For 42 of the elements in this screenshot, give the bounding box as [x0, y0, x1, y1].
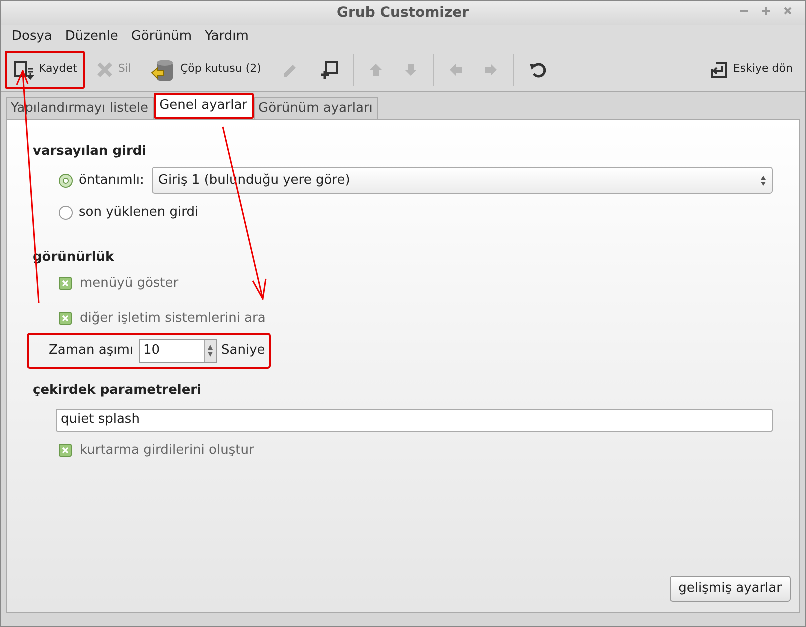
radio-button[interactable] — [59, 206, 73, 220]
checkbox[interactable] — [59, 277, 72, 290]
close-icon — [96, 60, 114, 78]
maximize-icon[interactable] — [761, 6, 771, 16]
cross-mark-icon — [62, 314, 69, 322]
up-arrow-icon — [368, 62, 384, 78]
radio-button[interactable] — [59, 174, 73, 188]
toolbar-button[interactable]: Eskiye dön — [701, 50, 801, 88]
radio-label: son yüklenen girdi — [79, 204, 199, 222]
cross-mark-icon — [62, 446, 69, 454]
checkbox-label: kurtarma girdilerini oluştur — [80, 442, 254, 460]
left-arrow-icon — [448, 62, 464, 78]
section-heading: çekirdek parametreleri — [33, 382, 203, 400]
close-icon[interactable] — [783, 6, 793, 16]
checkbox-label: menüyü göster — [80, 275, 179, 293]
menu-item[interactable]: Düzenle — [59, 26, 124, 46]
menu-item[interactable]: Dosya — [6, 26, 58, 46]
revert-icon — [709, 60, 730, 80]
add-icon — [319, 60, 340, 80]
timeout-unit: Saniye — [222, 342, 266, 360]
radio-label: öntanımlı: — [79, 172, 144, 190]
window-title: Grub Customizer — [336, 4, 470, 22]
down-arrow-icon — [403, 62, 420, 78]
section-heading: varsayılan girdi — [33, 143, 148, 161]
spin-arrows-icon — [206, 344, 214, 358]
menu-item[interactable]: Yardım — [199, 26, 255, 46]
checkbox[interactable] — [59, 444, 72, 457]
checkbox[interactable] — [59, 312, 72, 325]
cross-mark-icon — [62, 280, 69, 288]
tab[interactable]: Görünüm ayarları — [254, 97, 378, 119]
toolbar-button[interactable]: Çöp kutusu (2) — [142, 50, 270, 88]
timeout-spinner[interactable]: 10 — [138, 339, 216, 363]
kernel-parameters-field[interactable]: quiet splash — [56, 408, 773, 432]
tab[interactable]: Genel ayarlar — [154, 93, 254, 119]
timeout-label: Zaman aşımı — [49, 342, 134, 360]
right-arrow-icon — [483, 62, 500, 78]
checkbox-label: diğer işletim sistemlerini ara — [80, 310, 266, 328]
save-icon — [13, 58, 35, 80]
menu-item[interactable]: Görünüm — [125, 26, 198, 46]
advanced-settings-button[interactable]: gelişmiş ayarlar — [670, 576, 791, 602]
spin-arrows-icon — [760, 174, 767, 186]
toolbar-button[interactable]: Kaydet — [5, 50, 86, 88]
